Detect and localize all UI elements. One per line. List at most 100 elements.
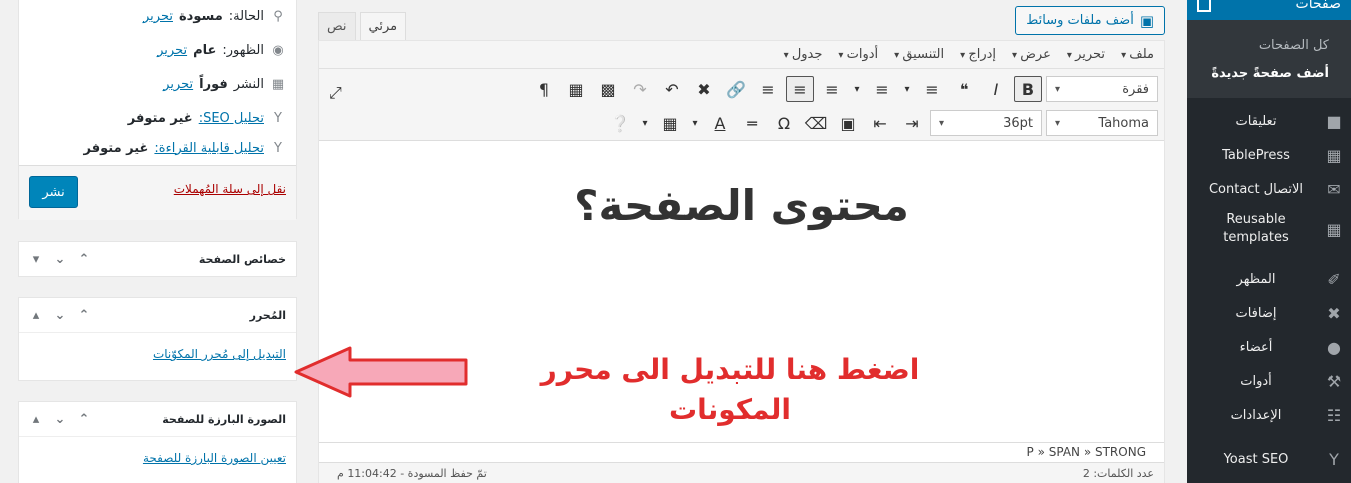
featured-image-panel: الصورة البارزة للصفحة ▴ ⌄ ⌃ تعيين الصورة… xyxy=(18,401,297,483)
element-path: P » SPAN » STRONG xyxy=(319,442,1164,462)
menu-edit[interactable]: تحرير xyxy=(1067,47,1105,62)
switch-to-block-editor-link[interactable]: التبديل إلى مُحرر المكوّنات xyxy=(153,347,286,361)
unlink-icon[interactable]: ✖ xyxy=(690,76,718,102)
menu-format[interactable]: التنسيق xyxy=(894,47,944,62)
blockquote-icon[interactable]: ❝ xyxy=(950,76,978,102)
menu-item-users[interactable]: ● أعضاء xyxy=(1187,330,1351,364)
menu-item-reusable-templates[interactable]: ▦ Reusable templates xyxy=(1187,206,1351,252)
fullscreen-icon[interactable]: ⤢ xyxy=(329,83,342,103)
users-icon: ● xyxy=(1327,337,1341,357)
chevron-down-icon[interactable]: ▾ xyxy=(900,76,914,102)
menu-item-tools[interactable]: ⚒ أدوات xyxy=(1187,364,1351,398)
menu-item-yoast[interactable]: Y Yoast SEO xyxy=(1187,442,1351,476)
toggle-icon[interactable]: ▴ xyxy=(29,412,43,427)
table-grid-icon[interactable]: ▦ xyxy=(656,110,684,136)
undo-icon[interactable]: ↶ xyxy=(658,76,686,102)
move-to-trash-link[interactable]: نقل إلى سلة المُهملات xyxy=(174,182,286,196)
chevron-down-icon[interactable]: ▾ xyxy=(688,110,702,136)
admin-sidebar: صفحات كل الصفحات أضف صفحةً جديدةً ■ تعليق… xyxy=(1187,0,1351,483)
submenu-add-new-page[interactable]: أضف صفحةً جديدةً xyxy=(1187,60,1351,88)
chevron-down-icon[interactable]: ⌄ xyxy=(53,308,67,323)
annotation-text: اضغط هنا للتبديل الى محرر المكونات xyxy=(540,353,920,426)
menu-item-pages[interactable]: صفحات xyxy=(1187,0,1351,20)
add-media-button[interactable]: أضف ملفات وسائط ▣ xyxy=(1015,6,1165,35)
menu-label: تعليقات xyxy=(1235,113,1277,129)
chevron-up-icon[interactable]: ⌃ xyxy=(77,412,91,427)
menu-insert[interactable]: إدراج xyxy=(960,47,996,62)
featured-image-title[interactable]: الصورة البارزة للصفحة xyxy=(162,413,286,426)
publish-panel: ⚲ الحالة: مسودة تحرير ◉ الظهور: عام تحري… xyxy=(18,0,297,220)
set-featured-image-link[interactable]: تعيين الصورة البارزة للصفحة xyxy=(143,451,286,465)
font-family-value: Tahoma xyxy=(1098,115,1149,131)
page-attributes-panel: خصائص الصفحة ▾ ⌄ ⌃ xyxy=(18,241,297,277)
calendar-icon: ▦ xyxy=(271,76,285,92)
add-media-label: أضف ملفات وسائط xyxy=(1026,13,1134,28)
publish-actions: نقل إلى سلة المُهملات نشر xyxy=(19,165,296,220)
text-color-icon[interactable]: A xyxy=(706,110,734,136)
settings-icon: ☷ xyxy=(1326,405,1342,425)
editor-status-bar: عدد الكلمات: 2 تمّ حفظ المسودة - 11:04:4… xyxy=(319,462,1164,483)
bullet-list-icon[interactable]: ≡ xyxy=(918,76,946,102)
publish-date-row: ▦ النشر فوراً تحرير xyxy=(29,73,286,95)
seo-analysis-link[interactable]: تحليل SEO: xyxy=(199,111,264,126)
chevron-down-icon[interactable]: ⌄ xyxy=(53,412,67,427)
tab-visual[interactable]: مرئي xyxy=(359,12,407,40)
page-attributes-title[interactable]: خصائص الصفحة xyxy=(199,253,286,266)
menu-item-plugins[interactable]: ✖ إضافات xyxy=(1187,296,1351,330)
outdent-icon[interactable]: ⇤ xyxy=(866,110,894,136)
menu-item-contact[interactable]: ✉ الاتصال Contact xyxy=(1187,172,1351,206)
publish-button[interactable]: نشر xyxy=(29,176,78,208)
table-icon[interactable]: ▦ xyxy=(562,76,590,102)
visibility-edit-link[interactable]: تحرير xyxy=(157,43,187,58)
align-left-icon[interactable]: ≡ xyxy=(818,76,846,102)
format-select-value: فقرة xyxy=(1122,81,1149,97)
menu-item-settings[interactable]: ☷ الإعدادات xyxy=(1187,398,1351,432)
last-saved: تمّ حفظ المسودة - 11:04:42 م xyxy=(337,467,487,480)
link-icon[interactable]: 🔗 xyxy=(722,76,750,102)
menu-label: TablePress xyxy=(1222,147,1290,163)
editor-panel-title[interactable]: المُحرر xyxy=(250,309,286,322)
menu-table[interactable]: جدول xyxy=(784,47,823,62)
font-family-select[interactable]: Tahoma xyxy=(1046,110,1158,136)
chevron-down-icon[interactable]: ▾ xyxy=(638,110,652,136)
chevron-up-icon[interactable]: ⌃ xyxy=(77,308,91,323)
publish-edit-link[interactable]: تحرير xyxy=(163,77,193,92)
readability-analysis-link[interactable]: تحليل قابلية القراءة: xyxy=(154,141,264,156)
special-char-icon[interactable]: Ω xyxy=(770,110,798,136)
format-select[interactable]: فقرة xyxy=(1046,76,1158,102)
italic-button[interactable]: I xyxy=(982,76,1010,102)
align-right-icon[interactable]: ≡ xyxy=(754,76,782,102)
menu-label: Reusable templates xyxy=(1223,212,1289,245)
toolbar-row-2: Tahoma 36pt ⇥ ⇤ ▣ ⌫ Ω ═ A ▾ ▦ ▾ ❔ xyxy=(319,107,1164,139)
bold-button[interactable]: B xyxy=(1014,76,1042,102)
visibility-row: ◉ الظهور: عام تحرير xyxy=(29,39,286,61)
menu-view[interactable]: عرض xyxy=(1012,47,1051,62)
paste-text-icon[interactable]: ▣ xyxy=(834,110,862,136)
horizontal-line-icon[interactable]: ═ xyxy=(738,110,766,136)
status-edit-link[interactable]: تحرير xyxy=(143,9,173,24)
menu-item-appearance[interactable]: ✐ المظهر xyxy=(1187,262,1351,296)
menu-tools[interactable]: أدوات xyxy=(838,47,879,62)
chevron-down-icon[interactable]: ⌄ xyxy=(53,252,67,267)
indent-icon[interactable]: ⇥ xyxy=(898,110,926,136)
menu-item-tablepress[interactable]: ▦ TablePress xyxy=(1187,138,1351,172)
numbered-list-icon[interactable]: ≡ xyxy=(868,76,896,102)
chevron-down-icon[interactable]: ▾ xyxy=(850,76,864,102)
submenu-all-pages[interactable]: كل الصفحات xyxy=(1187,32,1351,60)
ads-icon[interactable]: ▩ xyxy=(594,76,622,102)
font-size-select[interactable]: 36pt xyxy=(930,110,1042,136)
toggle-icon[interactable]: ▾ xyxy=(29,252,43,267)
pin-icon: ⚲ xyxy=(273,8,283,24)
menu-item-comments[interactable]: ■ تعليقات xyxy=(1187,104,1351,138)
chevron-up-icon[interactable]: ⌃ xyxy=(77,252,91,267)
clear-format-icon[interactable]: ⌫ xyxy=(802,110,830,136)
seo-row: Y تحليل SEO: غير متوفر xyxy=(29,107,286,129)
paragraph-direction-icon[interactable]: ¶ xyxy=(530,76,558,102)
help-icon[interactable]: ❔ xyxy=(606,110,634,136)
menu-file[interactable]: ملف xyxy=(1121,47,1154,62)
toolbar-row-1: فقرة B I ❝ ≡ ▾ ≡ ▾ ≡ ≡ ≡ 🔗 ✖ ↶ ↷ ▩ ▦ ¶ xyxy=(319,73,1164,105)
redo-icon[interactable]: ↷ xyxy=(626,76,654,102)
align-center-icon[interactable]: ≡ xyxy=(786,76,814,102)
toggle-icon[interactable]: ▴ xyxy=(29,308,43,323)
tab-text[interactable]: نص xyxy=(318,12,356,40)
